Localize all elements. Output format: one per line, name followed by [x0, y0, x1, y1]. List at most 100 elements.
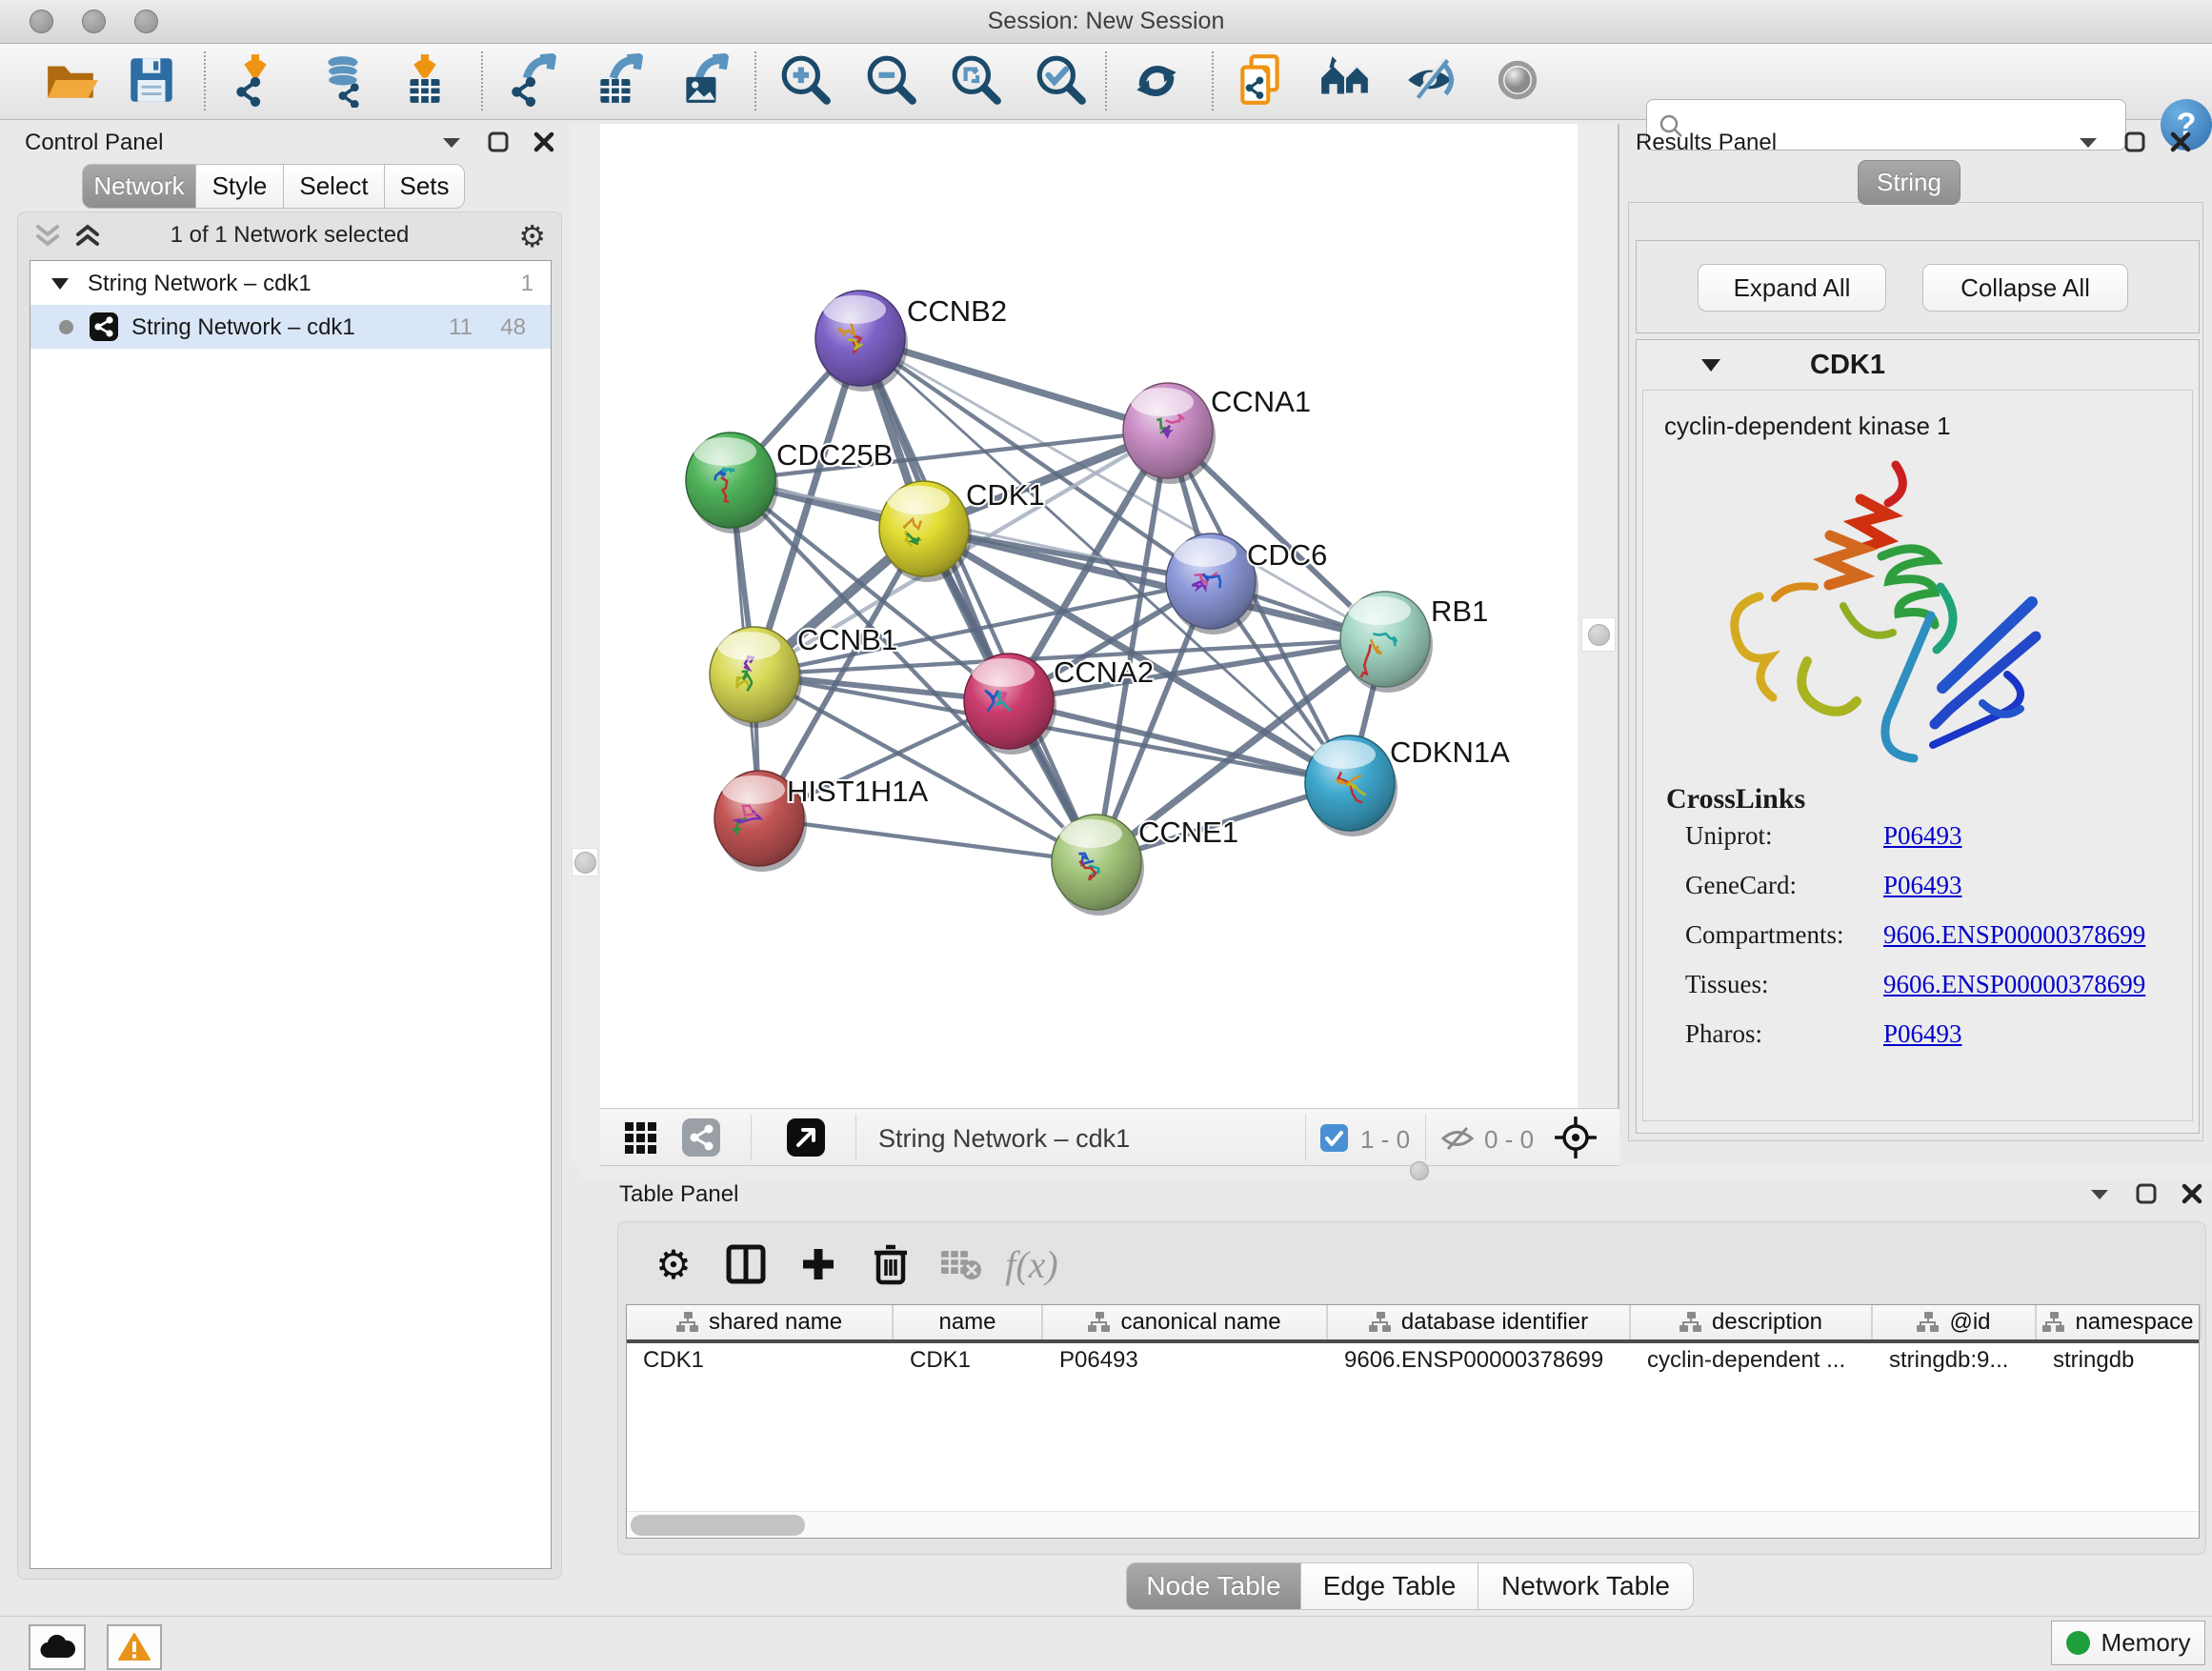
- memory-button[interactable]: Memory: [2051, 1621, 2205, 1665]
- protein-node-cdc25b[interactable]: [686, 433, 778, 534]
- cell--id[interactable]: stringdb:9...: [1873, 1347, 2037, 1385]
- close-panel-icon[interactable]: [2182, 1183, 2202, 1204]
- collapse-all-button[interactable]: Collapse All: [1922, 264, 2128, 312]
- crosslink-link[interactable]: P06493: [1883, 871, 1962, 900]
- column-header-shared-name[interactable]: shared name: [627, 1305, 894, 1339]
- tab-sets[interactable]: Sets: [385, 164, 465, 209]
- tab-node-table[interactable]: Node Table: [1126, 1562, 1301, 1610]
- cell-namespace[interactable]: stringdb: [2037, 1347, 2202, 1385]
- column-header-namespace[interactable]: namespace: [2037, 1305, 2202, 1339]
- tab-network-table[interactable]: Network Table: [1478, 1562, 1694, 1610]
- node-label-cdc6: CDC6: [1247, 538, 1327, 572]
- close-panel-icon[interactable]: [2170, 131, 2191, 152]
- cell-canonical-name[interactable]: P06493: [1043, 1347, 1328, 1385]
- export-image-button[interactable]: [673, 53, 734, 111]
- network-view-title: String Network – cdk1: [878, 1124, 1130, 1154]
- panel-menu-icon[interactable]: [2077, 134, 2100, 150]
- crosslink-link[interactable]: P06493: [1883, 821, 1962, 851]
- zoom-selected-button[interactable]: [1031, 53, 1092, 111]
- selected-checkbox-icon[interactable]: [1320, 1124, 1348, 1152]
- cloud-button[interactable]: [29, 1624, 86, 1670]
- tree-expander-icon[interactable]: [50, 276, 70, 292]
- column-header-description[interactable]: description: [1631, 1305, 1873, 1339]
- cell-name[interactable]: CDK1: [894, 1347, 1043, 1385]
- protein-node-ccne1[interactable]: [1052, 815, 1144, 916]
- panel-menu-icon[interactable]: [2088, 1186, 2111, 1201]
- right-splitter[interactable]: [1578, 124, 1619, 1108]
- splitter-handle-icon[interactable]: [1588, 624, 1610, 646]
- cell-shared-name[interactable]: CDK1: [627, 1347, 894, 1385]
- column-header-name[interactable]: name: [894, 1305, 1043, 1339]
- left-splitter[interactable]: [570, 124, 600, 1166]
- open-in-browser-icon[interactable]: [787, 1118, 825, 1157]
- column-header-database-identifier[interactable]: database identifier: [1328, 1305, 1631, 1339]
- import-network-database-button[interactable]: [314, 53, 375, 111]
- protein-node-ccnb2[interactable]: [815, 291, 908, 392]
- column-header-canonical-name[interactable]: canonical name: [1043, 1305, 1328, 1339]
- gene-section-header[interactable]: CDK1: [1637, 340, 2199, 390]
- protein-node-rb1[interactable]: [1340, 592, 1433, 693]
- section-expander-icon[interactable]: [1699, 357, 1722, 373]
- share-view-icon[interactable]: [682, 1118, 720, 1157]
- save-session-button[interactable]: [121, 53, 182, 111]
- tab-string[interactable]: String: [1858, 160, 1961, 205]
- export-network-button[interactable]: [502, 53, 563, 111]
- scrollbar-thumb[interactable]: [631, 1515, 805, 1536]
- float-panel-icon[interactable]: [2136, 1183, 2157, 1204]
- birdseye-view-icon[interactable]: [1555, 1117, 1597, 1158]
- table-row[interactable]: CDK1CDK1P064939606.ENSP00000378699cyclin…: [627, 1347, 2199, 1385]
- apply-layout-button[interactable]: [1126, 53, 1187, 111]
- crosslink-link[interactable]: 9606.ENSP00000378699: [1883, 970, 2145, 999]
- cell-description[interactable]: cyclin-dependent ...: [1631, 1347, 1873, 1385]
- delete-column-button[interactable]: [862, 1236, 919, 1293]
- open-session-button[interactable]: [40, 53, 101, 111]
- add-column-button[interactable]: [790, 1236, 847, 1293]
- cell-database-identifier[interactable]: 9606.ENSP00000378699: [1328, 1347, 1631, 1385]
- image-export-icon: [675, 52, 731, 112]
- clone-network-button[interactable]: [1231, 53, 1292, 111]
- network-collection-row[interactable]: String Network – cdk1 1: [30, 261, 551, 305]
- column-header--id[interactable]: @id: [1873, 1305, 2037, 1339]
- import-network-file-button[interactable]: [225, 53, 286, 111]
- shared-column-icon: [2042, 1312, 2065, 1333]
- warning-button[interactable]: [107, 1624, 162, 1670]
- hide-selected-button[interactable]: [1401, 53, 1462, 111]
- protein-node-cdc6[interactable]: [1166, 534, 1258, 634]
- float-panel-icon[interactable]: [488, 131, 509, 152]
- network-view-toolbar: String Network – cdk1 1 - 0 0 - 0: [600, 1108, 1619, 1166]
- expand-all-button[interactable]: Expand All: [1698, 264, 1886, 312]
- splitter-handle-icon[interactable]: [574, 852, 596, 874]
- network-edge[interactable]: [1009, 701, 1350, 783]
- zoom-fit-button[interactable]: [946, 53, 1007, 111]
- graphics-details-button[interactable]: [1487, 53, 1548, 111]
- tab-edge-table[interactable]: Edge Table: [1301, 1562, 1478, 1610]
- grid-view-icon[interactable]: [625, 1122, 657, 1155]
- column-label: description: [1712, 1309, 1822, 1336]
- tab-style[interactable]: Style: [196, 164, 284, 209]
- table-hscrollbar[interactable]: [627, 1511, 2199, 1538]
- close-panel-icon[interactable]: [533, 131, 554, 152]
- network-options-gear-icon[interactable]: ⚙: [518, 218, 546, 254]
- zoom-in-button[interactable]: [775, 53, 836, 111]
- network-canvas[interactable]: CCNB2CCNA1CDC25BCDK1CDC6RB1CCNB1CCNA2CDK…: [600, 124, 1578, 1108]
- protein-node-ccna1[interactable]: [1123, 383, 1216, 484]
- network-edge[interactable]: [759, 818, 1096, 862]
- panel-menu-icon[interactable]: [440, 134, 463, 150]
- crosslink-label: Tissues:: [1685, 970, 1769, 999]
- zoom-out-button[interactable]: [861, 53, 922, 111]
- protein-node-cdkn1a[interactable]: [1305, 735, 1398, 836]
- database-import-icon: [317, 52, 372, 112]
- export-table-button[interactable]: [587, 53, 648, 111]
- float-panel-icon[interactable]: [2124, 131, 2145, 152]
- crosslink-link[interactable]: P06493: [1883, 1019, 1962, 1049]
- protein-node-cdk1[interactable]: [879, 481, 972, 582]
- tab-network[interactable]: Network: [82, 164, 196, 209]
- show-columns-button[interactable]: [717, 1236, 774, 1293]
- tab-select[interactable]: Select: [284, 164, 385, 209]
- node-label-ccna1: CCNA1: [1211, 385, 1311, 418]
- table-settings-button[interactable]: ⚙: [645, 1236, 702, 1293]
- group-nodes-button[interactable]: [1315, 53, 1376, 111]
- crosslink-link[interactable]: 9606.ENSP00000378699: [1883, 920, 2145, 950]
- import-table-button[interactable]: [394, 53, 455, 111]
- network-row-selected[interactable]: String Network – cdk1 11 48: [30, 305, 551, 349]
